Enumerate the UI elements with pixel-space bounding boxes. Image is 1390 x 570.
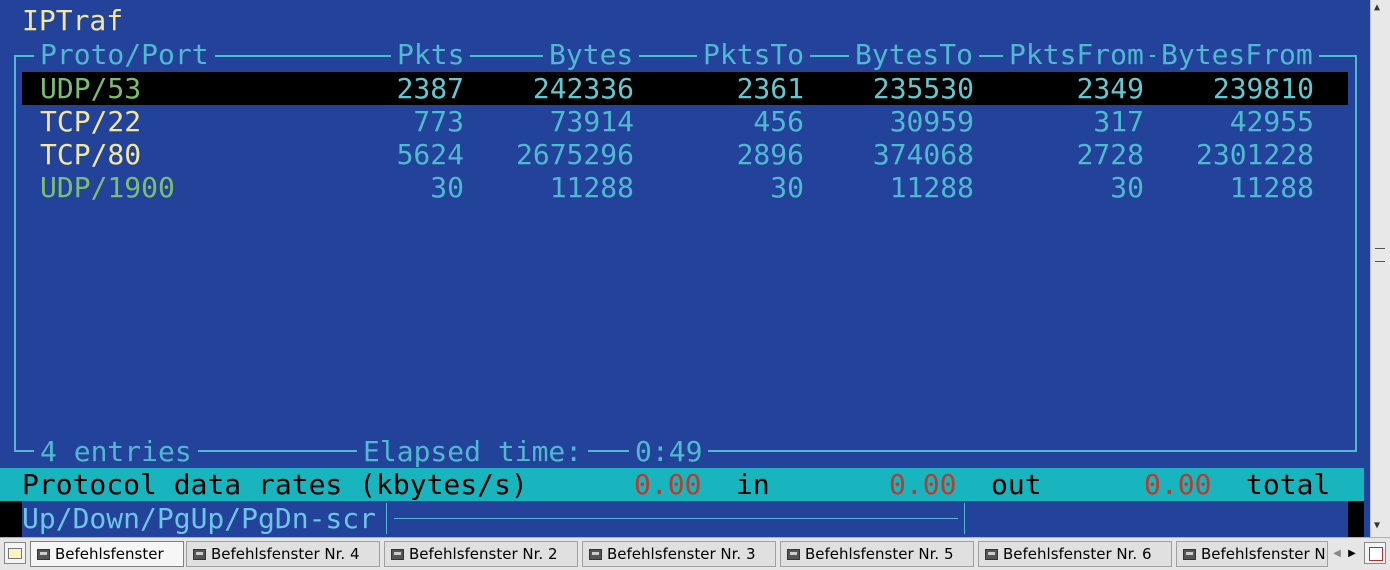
taskbar-item[interactable]: Befehlsfenster Nr. 5 [780, 541, 974, 567]
help-divider-right [964, 503, 965, 534]
entries-count: 4 entries [34, 435, 198, 468]
row-proto: TCP/22 [40, 105, 142, 138]
terminal-icon [37, 549, 50, 560]
col-header-proto: Proto/Port [34, 38, 215, 71]
status-bar: Protocol data rates (kbytes/s) 0.00 in 0… [0, 468, 1364, 501]
row-bytesfrom: 2301228 [1195, 138, 1314, 171]
help-bar-right-edge [1348, 501, 1364, 537]
row-proto: UDP/1900 [40, 171, 175, 204]
terminal-icon [787, 549, 800, 560]
row-pktsto: 2896 [736, 138, 804, 171]
row-bytes: 11288 [549, 171, 634, 204]
row-pktsfrom: 30 [1110, 171, 1144, 204]
col-header-bytesto: BytesTo [849, 38, 980, 71]
taskbar-item[interactable]: Befehlsfenster Nr. 2 [384, 541, 578, 567]
row-pktsfrom: 2728 [1076, 138, 1144, 171]
col-header-pktsto: PktsTo [697, 38, 811, 71]
elapsed-label: Elapsed time: [357, 435, 589, 468]
taskbar-item[interactable]: Befehlsfenster [30, 541, 184, 567]
col-header-bytes: Bytes [543, 38, 640, 71]
desktop-icon[interactable] [4, 542, 26, 564]
help-divider-line [394, 518, 958, 519]
terminal-icon [193, 549, 206, 560]
row-pkts: 5624 [396, 138, 464, 171]
table-row[interactable]: UDP/1900 30 11288 30 11288 30 11288 [22, 171, 1348, 204]
taskbar-item[interactable]: Befehlsfenster Nr. 7 [1176, 541, 1328, 567]
box-right-border [1355, 55, 1357, 452]
scroll-down-icon[interactable]: ▼ [1374, 520, 1380, 531]
help-bar: Up/Down/PgUp/PgDn-scr [0, 501, 1370, 537]
taskbar-item-label: Befehlsfenster Nr. 3 [607, 545, 756, 563]
rate-out-label: out [991, 468, 1042, 501]
rates-label: Protocol data rates (kbytes/s) [22, 468, 528, 501]
table-row[interactable]: TCP/22 773 73914 456 30959 317 42955 [22, 105, 1348, 138]
taskbar-item-label: Befehlsfenster Nr. 7 [1201, 545, 1327, 563]
terminal-icon [1183, 549, 1196, 560]
row-pktsto: 30 [770, 171, 804, 204]
rate-in-label: in [736, 468, 770, 501]
taskbar: Befehlsfenster Befehlsfenster Nr. 4 Befe… [0, 537, 1390, 570]
taskbar-item[interactable]: Befehlsfenster Nr. 6 [978, 541, 1172, 567]
terminal-icon [589, 549, 602, 560]
rate-total-value: 0.00 [1144, 468, 1212, 501]
taskbar-item-label: Befehlsfenster [55, 545, 164, 563]
row-bytesto: 235530 [872, 72, 974, 105]
row-bytesto: 30959 [889, 105, 974, 138]
table-row[interactable]: UDP/53 2387 242336 2361 235530 2349 2398… [22, 72, 1348, 105]
taskbar-item-label: Befehlsfenster Nr. 2 [409, 545, 558, 563]
row-bytesto: 11288 [889, 171, 974, 204]
help-bar-left-edge [0, 501, 22, 537]
rate-total-label: total [1246, 468, 1331, 501]
row-proto: TCP/80 [40, 138, 142, 171]
row-bytesto: 374068 [872, 138, 974, 171]
taskbar-item-label: Befehlsfenster Nr. 5 [805, 545, 954, 563]
vertical-scrollbar[interactable]: ▲ ▼ [1370, 0, 1390, 537]
terminal-window: IPTraf Proto/Port Pkts Bytes PktsTo Byte… [0, 0, 1370, 537]
rate-in-value: 0.00 [634, 468, 702, 501]
app-title: IPTraf [22, 4, 124, 37]
scroll-grip-icon[interactable] [1375, 248, 1385, 262]
table-row[interactable]: TCP/80 5624 2675296 2896 374068 2728 230… [22, 138, 1348, 171]
row-pktsto: 456 [753, 105, 804, 138]
row-pktsfrom: 2349 [1076, 72, 1144, 105]
col-header-bytesfrom: BytesFrom [1155, 38, 1319, 71]
terminal-icon [985, 549, 998, 560]
row-bytesfrom: 11288 [1229, 171, 1314, 204]
taskbar-item[interactable]: Befehlsfenster Nr. 4 [186, 541, 380, 567]
taskbar-scroll-left-icon[interactable]: ◀ [1330, 544, 1344, 564]
rate-out-value: 0.00 [889, 468, 957, 501]
row-bytesfrom: 239810 [1212, 72, 1314, 105]
taskbar-item-label: Befehlsfenster Nr. 4 [211, 545, 360, 563]
col-header-pkts: Pkts [391, 38, 471, 71]
row-bytes: 242336 [532, 72, 634, 105]
row-pkts: 30 [430, 171, 464, 204]
taskbar-item-label: Befehlsfenster Nr. 6 [1003, 545, 1152, 563]
help-text: Up/Down/PgUp/PgDn-scr [22, 502, 377, 535]
row-bytes: 2675296 [515, 138, 634, 171]
scroll-up-icon[interactable]: ▲ [1374, 2, 1380, 13]
elapsed-value: 0:49 [629, 435, 709, 468]
row-pktsto: 2361 [736, 72, 804, 105]
row-bytesfrom: 42955 [1229, 105, 1314, 138]
tray-app-icon[interactable] [1364, 542, 1386, 564]
col-header-pktsfrom: PktsFrom [1003, 38, 1150, 71]
terminal-icon [391, 549, 404, 560]
help-divider-left [386, 503, 387, 534]
taskbar-item[interactable]: Befehlsfenster Nr. 3 [582, 541, 776, 567]
box-left-border [14, 55, 16, 452]
row-bytes: 73914 [549, 105, 634, 138]
row-proto: UDP/53 [40, 72, 142, 105]
row-pkts: 2387 [396, 72, 464, 105]
row-pkts: 773 [413, 105, 464, 138]
row-pktsfrom: 317 [1093, 105, 1144, 138]
taskbar-scroll-right-icon[interactable]: ▶ [1345, 544, 1359, 564]
